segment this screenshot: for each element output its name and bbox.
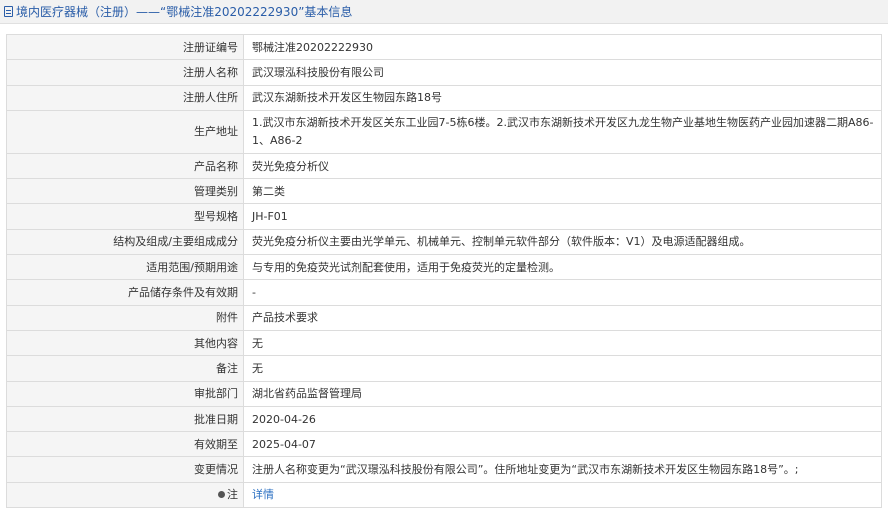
field-label: 管理类别: [6, 178, 244, 205]
field-value: 武汉璟泓科技股份有限公司: [243, 59, 882, 86]
field-value: 产品技术要求: [243, 304, 882, 331]
info-table: 注册证编号 鄂械注准20202222930 注册人名称 武汉璟泓科技股份有限公司…: [6, 33, 882, 509]
note-label: 注: [227, 488, 238, 502]
document-icon: [4, 6, 13, 17]
table-row: 批准日期 2020-04-26: [6, 405, 882, 433]
field-label: 注册人名称: [6, 59, 244, 86]
table-row: 生产地址 1.武汉市东湖新技术开发区关东工业园7-5栋6楼。2.武汉市东湖新技术…: [6, 109, 882, 154]
field-value: 无: [243, 355, 882, 382]
table-row: 审批部门 湖北省药品监督管理局: [6, 380, 882, 407]
field-label: 产品名称: [6, 152, 244, 180]
field-value: 注册人名称变更为“武汉璟泓科技股份有限公司”。住所地址变更为“武汉市东湖新技术开…: [243, 456, 882, 483]
field-value: 与专用的免疫荧光试剂配套使用，适用于免疫荧光的定量检测。: [243, 254, 882, 281]
table-row: 其他内容 无: [6, 329, 882, 357]
table-row: 管理类别 第二类: [6, 178, 882, 205]
table-row-note: 注 详情: [6, 481, 882, 509]
table-row: 注册人住所 武汉东湖新技术开发区生物园东路18号: [6, 84, 882, 111]
field-value: 鄂械注准20202222930: [243, 33, 882, 61]
field-label: 备注: [6, 355, 244, 382]
table-row: 备注 无: [6, 355, 882, 382]
field-value: JH-F01: [243, 203, 882, 230]
pin-icon: [218, 491, 225, 499]
field-label: 附件: [6, 304, 244, 331]
field-label: 有效期至: [6, 431, 244, 458]
table-row: 变更情况 注册人名称变更为“武汉璟泓科技股份有限公司”。住所地址变更为“武汉市东…: [6, 456, 882, 483]
field-label: 批准日期: [6, 405, 244, 433]
details-link[interactable]: 详情: [252, 488, 274, 501]
field-value: 2020-04-26: [243, 405, 882, 433]
table-row: 有效期至 2025-04-07: [6, 431, 882, 458]
table-row: 附件 产品技术要求: [6, 304, 882, 331]
field-value: 武汉东湖新技术开发区生物园东路18号: [243, 84, 882, 111]
table-row: 注册人名称 武汉璟泓科技股份有限公司: [6, 59, 882, 86]
note-value-cell: 详情: [243, 481, 882, 509]
table-row: 注册证编号 鄂械注准20202222930: [6, 33, 882, 61]
field-value: 荧光免疫分析仪主要由光学单元、机械单元、控制单元软件部分（软件版本：V1）及电源…: [243, 228, 882, 256]
page-title-bar: 境内医疗器械（注册）——“鄂械注准20202222930”基本信息: [0, 0, 888, 24]
field-value: 2025-04-07: [243, 431, 882, 458]
table-row: 产品名称 荧光免疫分析仪: [6, 152, 882, 180]
field-value: 第二类: [243, 178, 882, 205]
field-value: -: [243, 279, 882, 306]
table-row: 产品储存条件及有效期 -: [6, 279, 882, 306]
page-title: 境内医疗器械（注册）——“鄂械注准20202222930”基本信息: [16, 5, 353, 19]
field-label: 生产地址: [6, 109, 244, 154]
field-label: 变更情况: [6, 456, 244, 483]
field-label: 适用范围/预期用途: [6, 254, 244, 281]
field-label: 注册人住所: [6, 84, 244, 111]
table-row: 适用范围/预期用途 与专用的免疫荧光试剂配套使用，适用于免疫荧光的定量检测。: [6, 254, 882, 281]
field-label: 型号规格: [6, 203, 244, 230]
table-row: 型号规格 JH-F01: [6, 203, 882, 230]
field-label: 注册证编号: [6, 33, 244, 61]
field-value: 1.武汉市东湖新技术开发区关东工业园7-5栋6楼。2.武汉市东湖新技术开发区九龙…: [243, 109, 882, 154]
field-label: 审批部门: [6, 380, 244, 407]
field-label: 产品储存条件及有效期: [6, 279, 244, 306]
field-label: 结构及组成/主要组成成分: [6, 228, 244, 256]
note-label-cell: 注: [6, 481, 244, 509]
field-value: 荧光免疫分析仪: [243, 152, 882, 180]
field-value: 无: [243, 329, 882, 357]
field-value: 湖北省药品监督管理局: [243, 380, 882, 407]
field-label: 其他内容: [6, 329, 244, 357]
table-row: 结构及组成/主要组成成分 荧光免疫分析仪主要由光学单元、机械单元、控制单元软件部…: [6, 228, 882, 256]
